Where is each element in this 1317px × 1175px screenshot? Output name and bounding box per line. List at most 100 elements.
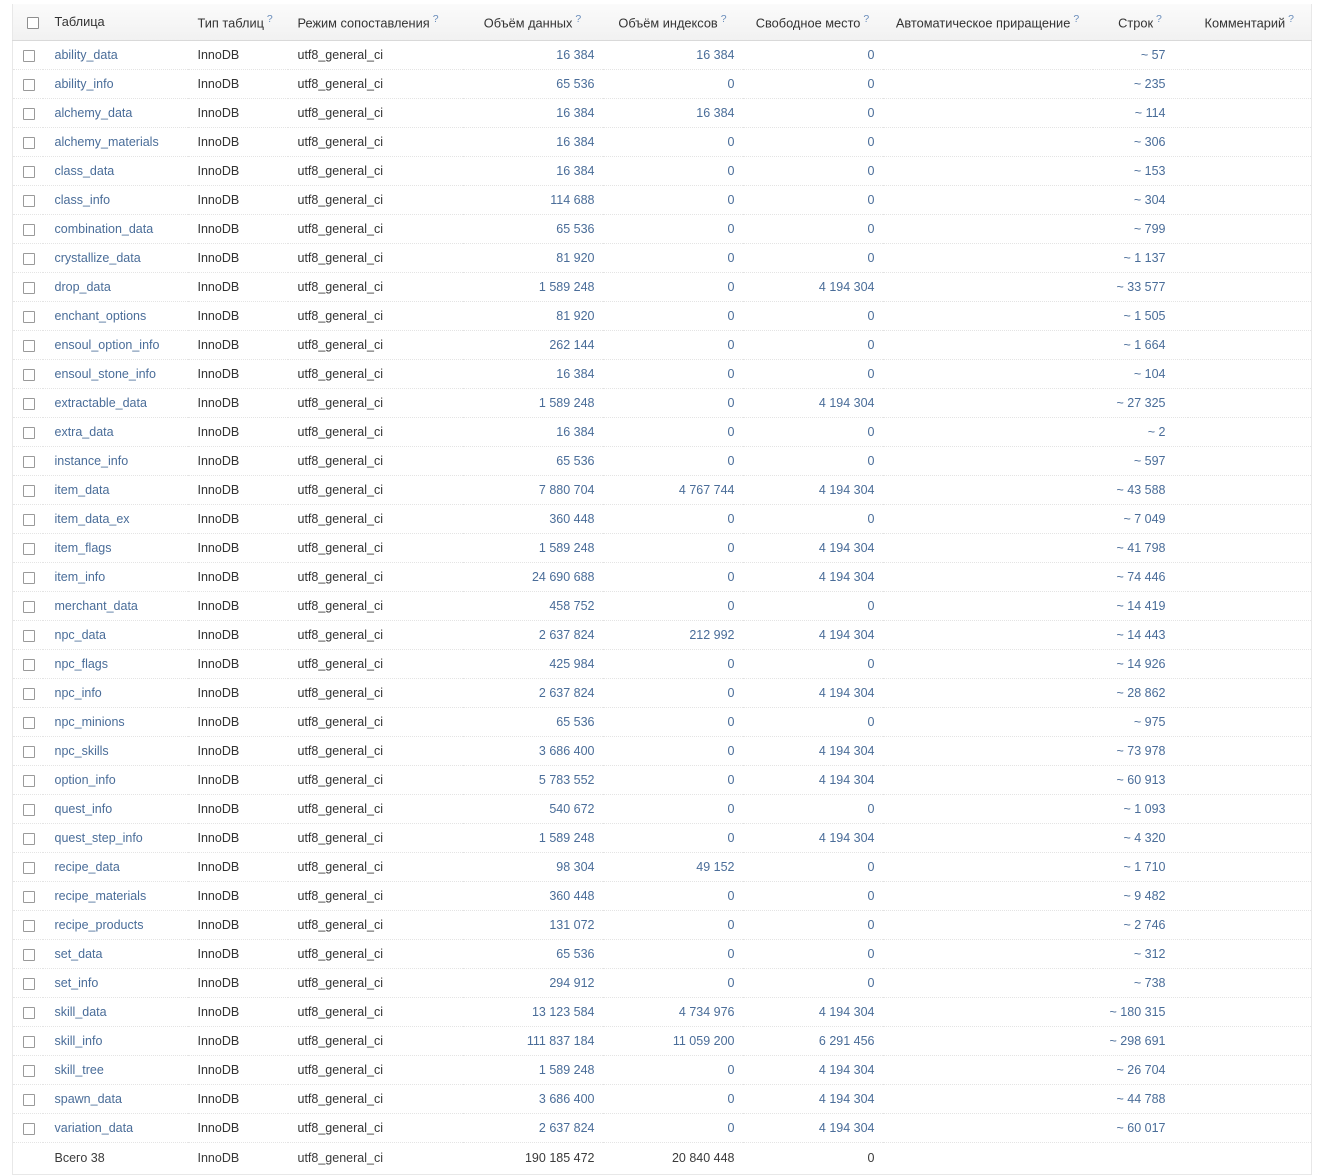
- row-select-cell[interactable]: [12, 533, 43, 564]
- table-name-link[interactable]: ensoul_stone_info: [55, 367, 156, 381]
- row-select-cell[interactable]: [12, 243, 43, 274]
- row-select-cell[interactable]: [12, 852, 43, 883]
- cell-table-name[interactable]: npc_flags: [42, 649, 188, 680]
- row-select-checkbox[interactable]: [23, 339, 35, 352]
- row-select-checkbox[interactable]: [23, 1064, 35, 1077]
- cell-table-name[interactable]: ensoul_option_info: [42, 330, 188, 361]
- table-row[interactable]: set_data InnoDB utf8_general_ci 65 536 0 0 ~ 3…: [12, 939, 1312, 970]
- row-select-checkbox[interactable]: [23, 1035, 35, 1048]
- cell-table-name[interactable]: extractable_data: [42, 388, 188, 419]
- table-name-link[interactable]: skill_info: [55, 1034, 103, 1048]
- row-select-cell[interactable]: [12, 330, 43, 361]
- table-name-link[interactable]: class_data: [55, 164, 115, 178]
- row-select-cell[interactable]: [12, 794, 43, 825]
- table-name-link[interactable]: class_info: [55, 193, 111, 207]
- column-header-index-size[interactable]: Объём индексов?: [602, 4, 743, 42]
- row-select-cell[interactable]: [12, 185, 43, 216]
- cell-table-name[interactable]: ability_info: [42, 69, 188, 100]
- cell-table-name[interactable]: variation_data: [42, 1113, 188, 1144]
- row-select-checkbox[interactable]: [23, 861, 35, 874]
- table-row[interactable]: class_info InnoDB utf8_general_ci 114 688 0 0…: [12, 185, 1312, 216]
- row-select-cell[interactable]: [12, 649, 43, 680]
- table-name-link[interactable]: npc_flags: [55, 657, 109, 671]
- table-row[interactable]: ensoul_option_info InnoDB utf8_general_ci 2…: [12, 330, 1312, 361]
- row-select-checkbox[interactable]: [23, 571, 35, 584]
- cell-table-name[interactable]: combination_data: [42, 214, 188, 245]
- table-name-link[interactable]: quest_info: [55, 802, 113, 816]
- table-row[interactable]: ability_data InnoDB utf8_general_ci 16 384 1…: [12, 40, 1312, 71]
- column-header-data-size[interactable]: Объём данных?: [462, 4, 603, 42]
- row-select-cell[interactable]: [12, 707, 43, 738]
- row-select-cell[interactable]: [12, 968, 43, 999]
- cell-table-name[interactable]: class_info: [42, 185, 188, 216]
- table-row[interactable]: ensoul_stone_info InnoDB utf8_general_ci 16…: [12, 359, 1312, 390]
- help-icon[interactable]: ?: [1073, 13, 1079, 25]
- row-select-checkbox[interactable]: [23, 252, 35, 265]
- table-row[interactable]: item_info InnoDB utf8_general_ci 24 690 688…: [12, 562, 1312, 593]
- table-row[interactable]: skill_tree InnoDB utf8_general_ci 1 589 248…: [12, 1055, 1312, 1086]
- cell-table-name[interactable]: alchemy_data: [42, 98, 188, 129]
- row-select-checkbox[interactable]: [23, 78, 35, 91]
- row-select-checkbox[interactable]: [23, 455, 35, 468]
- cell-table-name[interactable]: npc_data: [42, 620, 188, 651]
- table-row[interactable]: item_data_ex InnoDB utf8_general_ci 360 448…: [12, 504, 1312, 535]
- table-name-link[interactable]: recipe_data: [55, 860, 120, 874]
- row-select-checkbox[interactable]: [23, 397, 35, 410]
- row-select-cell[interactable]: [12, 910, 43, 941]
- row-select-cell[interactable]: [12, 214, 43, 245]
- table-name-link[interactable]: ability_info: [55, 77, 114, 91]
- cell-table-name[interactable]: npc_info: [42, 678, 188, 709]
- table-row[interactable]: npc_skills InnoDB utf8_general_ci 3 686 400…: [12, 736, 1312, 767]
- cell-table-name[interactable]: item_data: [42, 475, 188, 506]
- table-name-link[interactable]: item_data_ex: [55, 512, 130, 526]
- cell-table-name[interactable]: option_info: [42, 765, 188, 796]
- table-name-link[interactable]: npc_minions: [55, 715, 125, 729]
- help-icon[interactable]: ?: [433, 13, 439, 25]
- row-select-checkbox[interactable]: [23, 513, 35, 526]
- cell-table-name[interactable]: recipe_materials: [42, 881, 188, 912]
- table-row[interactable]: extractable_data InnoDB utf8_general_ci 1 5…: [12, 388, 1312, 419]
- cell-table-name[interactable]: skill_info: [42, 1026, 188, 1057]
- cell-table-name[interactable]: npc_skills: [42, 736, 188, 767]
- table-name-link[interactable]: alchemy_data: [55, 106, 133, 120]
- table-row[interactable]: spawn_data InnoDB utf8_general_ci 3 686 400…: [12, 1084, 1312, 1115]
- table-name-link[interactable]: drop_data: [55, 280, 111, 294]
- cell-table-name[interactable]: enchant_options: [42, 301, 188, 332]
- row-select-checkbox[interactable]: [23, 484, 35, 497]
- row-select-cell[interactable]: [12, 272, 43, 303]
- column-header-comment[interactable]: Комментарий?: [1187, 4, 1312, 42]
- row-select-checkbox[interactable]: [23, 368, 35, 381]
- cell-table-name[interactable]: set_info: [42, 968, 188, 999]
- cell-table-name[interactable]: recipe_data: [42, 852, 188, 883]
- row-select-checkbox[interactable]: [23, 716, 35, 729]
- row-select-checkbox[interactable]: [23, 832, 35, 845]
- row-select-checkbox[interactable]: [23, 310, 35, 323]
- row-select-cell[interactable]: [12, 388, 43, 419]
- row-select-checkbox[interactable]: [23, 107, 35, 120]
- table-name-link[interactable]: alchemy_materials: [55, 135, 159, 149]
- cell-table-name[interactable]: quest_step_info: [42, 823, 188, 854]
- row-select-checkbox[interactable]: [23, 1006, 35, 1019]
- column-header-rows[interactable]: Строк?: [1092, 4, 1188, 42]
- table-row[interactable]: ability_info InnoDB utf8_general_ci 65 536 0…: [12, 69, 1312, 100]
- row-select-checkbox[interactable]: [23, 49, 35, 62]
- table-row[interactable]: instance_info InnoDB utf8_general_ci 65 536…: [12, 446, 1312, 477]
- table-name-link[interactable]: instance_info: [55, 454, 129, 468]
- cell-table-name[interactable]: item_data_ex: [42, 504, 188, 535]
- table-name-link[interactable]: skill_data: [55, 1005, 107, 1019]
- cell-table-name[interactable]: crystallize_data: [42, 243, 188, 274]
- cell-table-name[interactable]: recipe_products: [42, 910, 188, 941]
- table-row[interactable]: alchemy_materials InnoDB utf8_general_ci 16…: [12, 127, 1312, 158]
- row-select-checkbox[interactable]: [23, 629, 35, 642]
- help-icon[interactable]: ?: [1156, 13, 1162, 25]
- table-name-link[interactable]: item_flags: [55, 541, 112, 555]
- row-select-cell[interactable]: [12, 127, 43, 158]
- row-select-checkbox[interactable]: [23, 890, 35, 903]
- cell-table-name[interactable]: drop_data: [42, 272, 188, 303]
- table-row[interactable]: npc_minions InnoDB utf8_general_ci 65 536 0 0…: [12, 707, 1312, 738]
- row-select-checkbox[interactable]: [23, 774, 35, 787]
- row-select-checkbox[interactable]: [23, 1093, 35, 1106]
- column-header-auto-increment[interactable]: Автоматическое приращение?: [882, 4, 1093, 42]
- table-name-link[interactable]: skill_tree: [55, 1063, 104, 1077]
- select-all-checkbox[interactable]: [26, 16, 39, 29]
